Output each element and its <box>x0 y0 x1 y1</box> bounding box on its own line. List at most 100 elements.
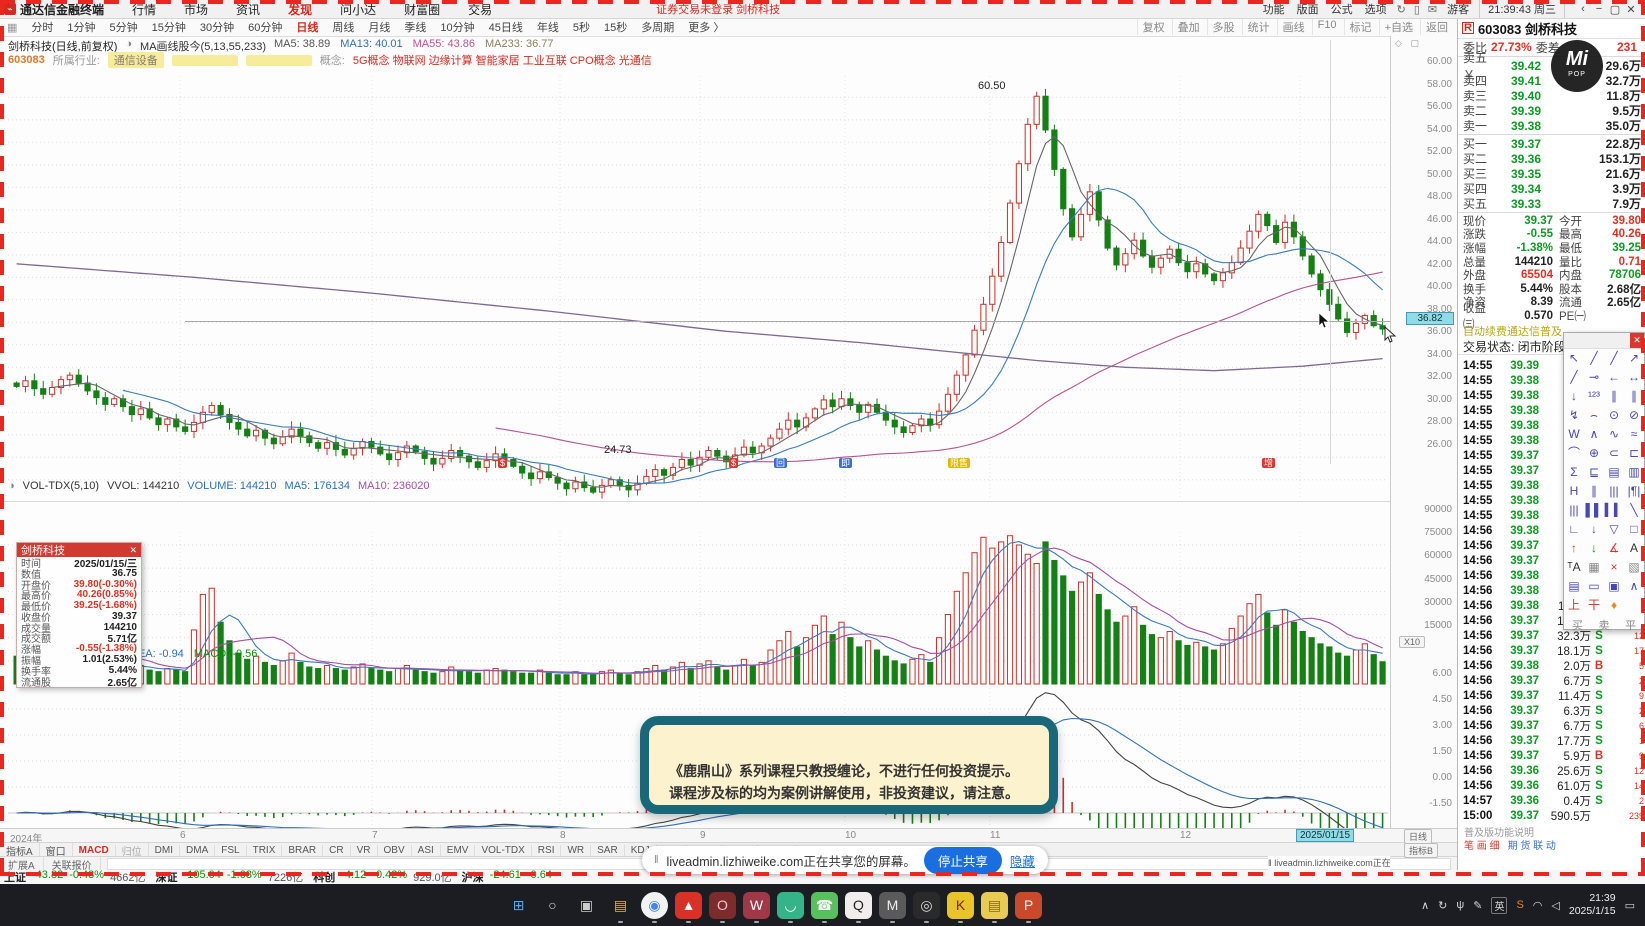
volume-chart[interactable] <box>8 532 1388 686</box>
indicator-tab[interactable]: EMV <box>441 844 476 856</box>
ask-row[interactable]: 卖一 39.38 35.0万 <box>1458 118 1645 134</box>
event-flag-icon[interactable]: $ <box>498 458 508 468</box>
period-item[interactable]: 月线 <box>361 19 397 35</box>
palette-footer-item[interactable]: 买 <box>1572 617 1583 633</box>
indicator-tab[interactable]: DMA <box>180 844 216 856</box>
draw-tool-icon[interactable]: × <box>1604 558 1624 577</box>
taskbar-app-tdx[interactable]: ▲ <box>675 891 702 923</box>
draw-tool-icon[interactable]: ||| <box>1564 501 1584 520</box>
notification-icon[interactable]: ▭ <box>1625 899 1635 912</box>
taskbar-app-qq[interactable]: Q <box>845 891 872 923</box>
draw-tool-icon[interactable]: W <box>1564 425 1584 444</box>
period-box[interactable]: 日线 <box>1404 829 1433 844</box>
draw-tool-icon[interactable]: ⊸ <box>1584 368 1604 387</box>
period-item[interactable]: 周线 <box>325 19 361 35</box>
palette-footer-item[interactable]: 平 <box>1625 617 1636 633</box>
taskbar-app-wechat[interactable]: ☎ <box>811 891 838 923</box>
chart-tool-button[interactable]: 返回 <box>1420 19 1453 35</box>
bid-row[interactable]: 买三 39.35 21.6万 <box>1458 166 1645 182</box>
stop-sharing-button[interactable]: 停止共享 <box>923 846 1002 874</box>
draw-tool-icon[interactable]: ∥ <box>1604 387 1624 406</box>
taskbar-app-k-app[interactable]: K <box>947 891 974 923</box>
taskbar-app-camera[interactable]: ◎ <box>913 891 940 923</box>
period-item[interactable]: 分时 <box>24 19 60 35</box>
tick-row[interactable]: 14:56 39.37 11.4万 S9 <box>1458 689 1645 704</box>
chart-tool-button[interactable]: F10 <box>1311 19 1342 35</box>
industry-chip-blurred[interactable] <box>171 54 238 66</box>
event-flag-icon[interactable]: $ <box>729 458 739 468</box>
draw-tool-icon[interactable]: ᵀA <box>1564 558 1584 577</box>
draw-tool-icon[interactable]: 上 <box>1564 596 1584 615</box>
draw-tool-icon[interactable]: ▽ <box>1604 520 1624 539</box>
bid-row[interactable]: 买五 39.33 7.9万 <box>1458 196 1645 212</box>
draw-tool-icon[interactable]: ⌒ <box>1564 444 1584 463</box>
stock-code-name[interactable]: 603083 剑桥科技 <box>1478 19 1577 38</box>
draw-tool-icon[interactable]: Σ <box>1564 463 1584 482</box>
price-chart[interactable] <box>8 76 1388 500</box>
concept-list[interactable]: 5G概念 物联网 边缘计算 智能家居 工业互联 CPO概念 光通信 <box>353 52 652 68</box>
bid-row[interactable]: 买二 39.36 153.1万 <box>1458 151 1645 167</box>
taskbar-app-powerpoint[interactable]: P <box>1015 891 1042 923</box>
draw-tool-icon[interactable]: ♦ <box>1604 596 1624 615</box>
tray-speaker[interactable]: ◁ <box>1551 899 1559 912</box>
draw-tool-icon[interactable]: ||| <box>1604 482 1624 501</box>
tray-sync[interactable]: ↻ <box>1438 899 1447 912</box>
indicator-tab[interactable]: DMI <box>149 844 181 856</box>
period-item[interactable]: 15秒 <box>597 19 634 35</box>
event-flag-icon[interactable]: 即 <box>839 458 853 468</box>
indicator-tab[interactable]: WR <box>561 844 592 856</box>
draw-tool-icon[interactable]: ▭ <box>1584 577 1604 596</box>
chart-tool-button[interactable]: 复权 <box>1136 19 1170 35</box>
period-item[interactable]: 15分钟 <box>145 19 193 35</box>
taskbar-app-explorer[interactable]: ▤ <box>607 892 634 923</box>
taskbar-app-chrome[interactable]: ◉ <box>641 891 668 923</box>
tick-row[interactable]: 14:56 39.37 6.7万S2 <box>1458 674 1645 689</box>
draw-tool-icon[interactable]: ╱ <box>1564 368 1584 387</box>
tick-row[interactable]: 14:56 39.37 17.7万 S1 <box>1458 734 1645 749</box>
period-item[interactable]: 日线 <box>289 19 325 35</box>
draw-tool-icon[interactable]: ↓ <box>1584 539 1604 558</box>
period-item[interactable]: 5分钟 <box>103 19 145 35</box>
draw-tool-icon[interactable]: ▌▌ <box>1584 501 1604 520</box>
tick-row[interactable]: 14:56 39.37 6.7万S6 <box>1458 719 1645 734</box>
draw-tool-icon[interactable]: ↯ <box>1564 406 1584 425</box>
tick-row[interactable]: 14:57 39.36 0.4万S2 <box>1458 794 1645 809</box>
draw-tool-icon[interactable]: ⊕ <box>1584 444 1604 463</box>
popup-close-icon[interactable]: ✕ <box>129 545 137 556</box>
draw-tool-icon[interactable]: ← <box>1604 368 1624 387</box>
taskbar-app-mi-app[interactable]: M <box>879 891 906 923</box>
draw-tool-icon[interactable]: H <box>1564 482 1584 501</box>
tick-row[interactable]: 14:56 39.36 61.0万 S 14 <box>1458 779 1645 794</box>
draw-quick-icons[interactable]: 笔 画 细 <box>1464 837 1500 852</box>
draw-tool-icon[interactable]: 干 <box>1584 596 1604 615</box>
period-item[interactable]: 1分钟 <box>60 19 102 35</box>
indicator-tab[interactable]: VR <box>351 844 378 856</box>
draw-tool-icon[interactable]: ∥ <box>1584 482 1604 501</box>
tick-row[interactable]: 14:56 39.36 25.6万 S 12 <box>1458 764 1645 779</box>
minimize-button[interactable]: − <box>1591 3 1607 16</box>
indicator-tab[interactable]: BRAR <box>282 844 324 856</box>
period-item[interactable]: 45日线 <box>482 19 530 35</box>
tray-wifi[interactable]: ◠ <box>1533 899 1543 912</box>
draw-tool-icon[interactable]: ↓ <box>1564 387 1584 406</box>
indicator-tab[interactable]: FSL <box>215 844 247 856</box>
event-flag-icon[interactable]: 限售 <box>948 458 971 468</box>
indicator-b-tab[interactable]: 指标B <box>1404 843 1439 858</box>
period-item[interactable]: 60分钟 <box>241 19 289 35</box>
event-flag-icon[interactable]: 回 <box>774 458 788 468</box>
ask-row[interactable]: 卖二 39.39 9.5万 <box>1458 103 1645 119</box>
draw-tool-icon[interactable]: ⊂ <box>1604 444 1624 463</box>
period-item[interactable]: 季线 <box>397 19 433 35</box>
chart-tool-button[interactable]: 多股 <box>1206 19 1240 35</box>
tray-ime[interactable]: 英 <box>1491 896 1508 914</box>
draw-tool-icon[interactable]: ╱ <box>1604 349 1624 368</box>
draw-tool-icon[interactable]: ▣ <box>1604 577 1624 596</box>
ask-row[interactable]: 卖三 39.40 11.8万 <box>1458 88 1645 104</box>
draw-tool-icon[interactable]: ¹²³ <box>1584 387 1604 406</box>
draw-tool-icon[interactable]: ⊑ <box>1584 463 1604 482</box>
indicator-tab[interactable]: CR <box>323 844 351 856</box>
draw-tool-icon[interactable]: ∿ <box>1604 425 1624 444</box>
draw-tool-icon[interactable]: ∧ <box>1584 425 1604 444</box>
palette-footer-item[interactable]: 卖 <box>1598 617 1609 633</box>
maximize-button[interactable]: ▢ <box>1607 3 1623 16</box>
